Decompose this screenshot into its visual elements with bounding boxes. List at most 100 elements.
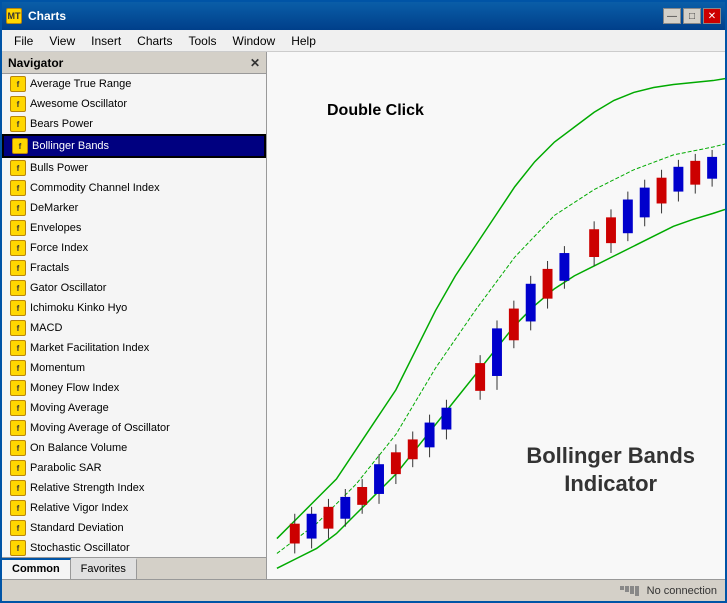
nav-item-moving-average-of-oscillator[interactable]: f Moving Average of Oscillator xyxy=(2,418,266,438)
indicator-icon: f xyxy=(10,260,26,276)
indicator-icon: f xyxy=(10,220,26,236)
nav-item-on-balance-volume[interactable]: f On Balance Volume xyxy=(2,438,266,458)
chart-svg xyxy=(267,52,725,579)
title-bar-left: MT Charts xyxy=(6,8,66,24)
minimize-button[interactable]: — xyxy=(663,8,681,24)
nav-item-label: Moving Average of Oscillator xyxy=(30,422,170,434)
main-content: Navigator ✕ f Average True Range f Awesome … xyxy=(2,52,725,579)
nav-item-label: Money Flow Index xyxy=(30,382,119,394)
indicator-icon: f xyxy=(10,460,26,476)
indicator-icon: f xyxy=(10,320,26,336)
nav-item-moving-average[interactable]: f Moving Average xyxy=(2,398,266,418)
indicator-icon: f xyxy=(10,340,26,356)
indicator-icon: f xyxy=(10,240,26,256)
title-controls: — □ ✕ xyxy=(663,8,721,24)
indicator-icon: f xyxy=(10,160,26,176)
navigator-tabs: Common Favorites xyxy=(2,557,266,579)
nav-item-bears-power[interactable]: f Bears Power xyxy=(2,114,266,134)
menu-tools[interactable]: Tools xyxy=(181,32,225,50)
nav-item-awesome-oscillator[interactable]: f Awesome Oscillator xyxy=(2,94,266,114)
menu-insert[interactable]: Insert xyxy=(83,32,129,50)
indicator-icon: f xyxy=(10,96,26,112)
nav-item-label: Market Facilitation Index xyxy=(30,342,149,354)
indicator-icon: f xyxy=(10,280,26,296)
indicator-icon: f xyxy=(10,500,26,516)
nav-item-label: Force Index xyxy=(30,242,88,254)
main-window: MT Charts — □ ✕ File View Insert Charts … xyxy=(0,0,727,603)
navigator-close-button[interactable]: ✕ xyxy=(250,56,260,70)
nav-item-bollinger-bands[interactable]: fBollinger Bands xyxy=(2,134,266,158)
indicator-icon: f xyxy=(10,440,26,456)
menu-view[interactable]: View xyxy=(41,32,83,50)
nav-item-label: On Balance Volume xyxy=(30,442,127,454)
menu-file[interactable]: File xyxy=(6,32,41,50)
indicator-icon: f xyxy=(10,116,26,132)
nav-item-standard-deviation[interactable]: f Standard Deviation xyxy=(2,518,266,538)
nav-item-commodity-channel-index[interactable]: f Commodity Channel Index xyxy=(2,178,266,198)
menu-window[interactable]: Window xyxy=(225,32,284,50)
nav-item-label: Ichimoku Kinko Hyo xyxy=(30,302,127,314)
tab-common[interactable]: Common xyxy=(2,558,71,579)
nav-item-label: Standard Deviation xyxy=(30,522,124,534)
nav-item-label: Moving Average xyxy=(30,402,109,414)
navigator-header: Navigator ✕ xyxy=(2,52,266,74)
indicator-icon: f xyxy=(10,300,26,316)
nav-item-envelopes[interactable]: f Envelopes xyxy=(2,218,266,238)
close-button[interactable]: ✕ xyxy=(703,8,721,24)
nav-item-label: Awesome Oscillator xyxy=(30,98,127,110)
indicator-icon: f xyxy=(10,480,26,496)
chart-area: Double Click xyxy=(267,52,725,579)
navigator-title: Navigator xyxy=(8,56,63,70)
nav-item-label: Commodity Channel Index xyxy=(30,182,160,194)
nav-item-ichimoku-kinko-hyo[interactable]: f Ichimoku Kinko Hyo xyxy=(2,298,266,318)
nav-item-money-flow-index[interactable]: f Money Flow Index xyxy=(2,378,266,398)
nav-item-relative-vigor-index[interactable]: f Relative Vigor Index xyxy=(2,498,266,518)
nav-item-label: Relative Vigor Index xyxy=(30,502,128,514)
nav-item-label: Envelopes xyxy=(30,222,81,234)
indicator-icon: f xyxy=(10,420,26,436)
nav-item-demarker[interactable]: f DeMarker xyxy=(2,198,266,218)
nav-item-label: Bulls Power xyxy=(30,162,88,174)
indicator-icon: f xyxy=(10,200,26,216)
navigator-list: fAverage True RangefAwesome OscillatorfB… xyxy=(2,74,266,557)
app-icon: MT xyxy=(6,8,22,24)
nav-item-gator-oscillator[interactable]: fGator Oscillator xyxy=(2,278,266,298)
title-bar: MT Charts — □ ✕ xyxy=(2,2,725,30)
nav-item-parabolic-sar[interactable]: f Parabolic SAR xyxy=(2,458,266,478)
nav-item-label: Relative Strength Index xyxy=(30,482,144,494)
tab-favorites[interactable]: Favorites xyxy=(71,558,137,579)
connection-bars-icon xyxy=(620,586,639,596)
nav-item-stochastic-oscillator[interactable]: f Stochastic Oscillator xyxy=(2,538,266,557)
indicator-icon: f xyxy=(10,400,26,416)
nav-item-label: DeMarker xyxy=(30,202,78,214)
connection-status: No connection xyxy=(647,585,717,597)
indicator-icon: f xyxy=(10,76,26,92)
nav-item-label: Momentum xyxy=(30,362,85,374)
indicator-icon: f xyxy=(10,520,26,536)
maximize-button[interactable]: □ xyxy=(683,8,701,24)
indicator-icon: f xyxy=(12,138,28,154)
nav-item-label: Parabolic SAR xyxy=(30,462,102,474)
nav-item-label: Stochastic Oscillator xyxy=(30,542,130,554)
indicator-icon: f xyxy=(10,380,26,396)
nav-item-macd[interactable]: f MACD xyxy=(2,318,266,338)
menu-help[interactable]: Help xyxy=(283,32,324,50)
nav-item-market-facilitation-index[interactable]: f Market Facilitation Index xyxy=(2,338,266,358)
window-title: Charts xyxy=(28,9,66,23)
indicator-icon: f xyxy=(10,540,26,556)
nav-item-label: Average True Range xyxy=(30,78,131,90)
bollinger-bands-label: Bollinger Bands Indicator xyxy=(526,442,695,499)
nav-item-fractals[interactable]: f Fractals xyxy=(2,258,266,278)
menu-bar: File View Insert Charts Tools Window Hel… xyxy=(2,30,725,52)
nav-item-force-index[interactable]: f Force Index xyxy=(2,238,266,258)
nav-item-label: MACD xyxy=(30,322,62,334)
nav-item-momentum[interactable]: fMomentum xyxy=(2,358,266,378)
double-click-label: Double Click xyxy=(327,102,424,120)
indicator-icon: f xyxy=(10,180,26,196)
menu-charts[interactable]: Charts xyxy=(129,32,180,50)
nav-item-bulls-power[interactable]: f Bulls Power xyxy=(2,158,266,178)
nav-item-label: Fractals xyxy=(30,262,69,274)
nav-item-relative-strength-index[interactable]: f Relative Strength Index xyxy=(2,478,266,498)
nav-item-label: Bears Power xyxy=(30,118,93,130)
nav-item-average-true-range[interactable]: f Average True Range xyxy=(2,74,266,94)
